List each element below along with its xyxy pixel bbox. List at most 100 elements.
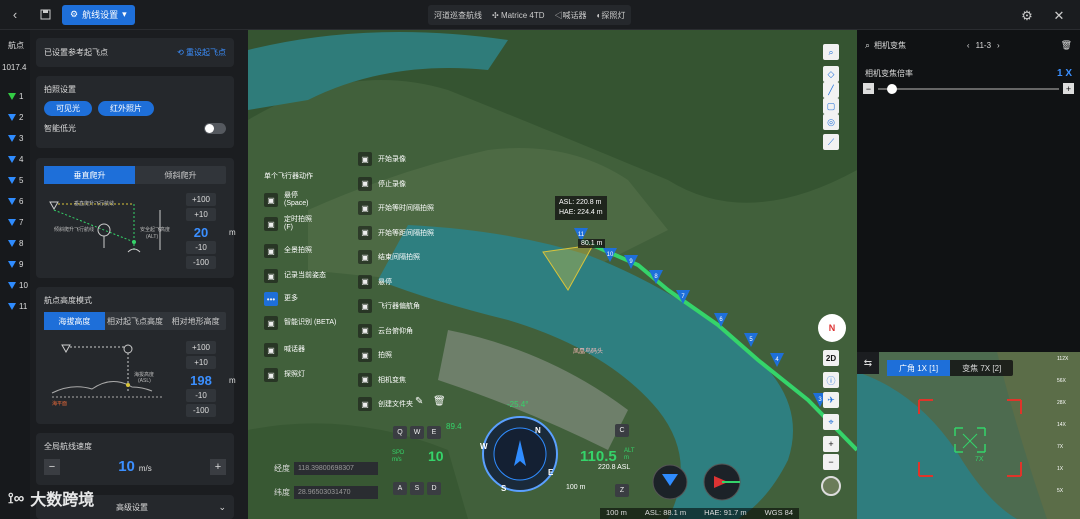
longitude-input[interactable]: 118.39800698307 bbox=[294, 462, 378, 475]
lowlight-toggle[interactable] bbox=[204, 123, 226, 134]
satellite-layer-button[interactable] bbox=[821, 476, 841, 496]
prev-action-icon[interactable]: ‹ bbox=[967, 41, 970, 50]
route-settings-button[interactable]: ⚙ 航线设置 ▾ bbox=[62, 4, 135, 25]
action-menu-item[interactable]: ▣ 开始等时间隔拍照 bbox=[358, 201, 434, 215]
key-s[interactable]: S bbox=[410, 482, 424, 495]
aircraft-locate-icon[interactable]: ✈ bbox=[823, 392, 839, 408]
waypoint-list-item[interactable]: 8 bbox=[0, 233, 30, 254]
next-action-icon[interactable]: › bbox=[997, 41, 1000, 50]
action-menu-item[interactable]: ▣ 喊话器 bbox=[264, 343, 305, 357]
speed-value[interactable]: 10 bbox=[118, 458, 135, 475]
latitude-input[interactable]: 28.96503031470 bbox=[294, 486, 378, 499]
layer-tool-icon[interactable]: ⟋ bbox=[823, 134, 839, 150]
climb-plus-100[interactable]: +100 bbox=[186, 193, 216, 206]
action-menu-item[interactable]: ▣ 定时拍照 (F) bbox=[264, 216, 312, 232]
map-view[interactable]: 11 10 9 8 7 6 5 4 3 ASL: 220.8 m HAE: 224.4 m 80… bbox=[248, 30, 857, 519]
reset-takeoff-link[interactable]: ⟲ 重设起飞点 bbox=[177, 47, 226, 58]
payload-speaker[interactable]: ◁喊话器 bbox=[555, 10, 587, 21]
action-menu-item[interactable]: ▣ 飞行器偏航角 bbox=[358, 299, 420, 313]
key-z[interactable]: Z bbox=[615, 484, 629, 497]
alt-plus-10[interactable]: +10 bbox=[186, 356, 216, 369]
climb-value[interactable]: 20 bbox=[194, 225, 208, 240]
search-icon[interactable]: ⌕ bbox=[823, 44, 839, 60]
compass-button[interactable]: N bbox=[818, 314, 846, 342]
action-menu-item[interactable]: ▣ 记录当前姿态 bbox=[264, 269, 326, 283]
info-icon[interactable]: ⓘ bbox=[823, 372, 839, 388]
alt-plus-100[interactable]: +100 bbox=[186, 341, 216, 354]
close-icon[interactable]: ✕ bbox=[1048, 5, 1070, 27]
action-menu-item[interactable]: ▣ 悬停 (Space) bbox=[264, 192, 309, 208]
alt-minus-10[interactable]: -10 bbox=[186, 389, 216, 402]
waypoint-list-item[interactable]: 7 bbox=[0, 212, 30, 233]
waypoint-list-item[interactable]: 1 bbox=[0, 86, 30, 107]
waypoint-list-item[interactable]: 6 bbox=[0, 191, 30, 212]
key-a[interactable]: A bbox=[393, 482, 407, 495]
camera-preview[interactable]: ⇆ 广角 1X [1] 变焦 7X [2] 7X 112X 56X 28X 14X 7X… bbox=[857, 352, 1080, 519]
zoom-slider[interactable] bbox=[878, 83, 1059, 94]
save-icon[interactable] bbox=[34, 4, 56, 26]
safe-alt-label: 安全起飞高度 bbox=[140, 227, 171, 233]
zoom-slider-thumb[interactable] bbox=[887, 83, 898, 94]
waypoint-list-item[interactable]: 4 bbox=[0, 149, 30, 170]
action-menu-item[interactable]: ▣ 开始等距间隔拍照 bbox=[358, 225, 434, 240]
action-menu-item[interactable]: ▣ 拍照 bbox=[358, 348, 392, 362]
action-menu-item[interactable]: ••• 更多 bbox=[264, 292, 298, 306]
action-menu-item[interactable]: ▣ 智能识别 (BETA) bbox=[264, 316, 336, 330]
drone-model[interactable]: ✣ Matrice 4TD bbox=[492, 11, 545, 20]
speed-minus-button[interactable]: − bbox=[44, 458, 60, 475]
circle-tool-icon[interactable]: ◎ bbox=[823, 114, 839, 130]
waypoint-tool-icon[interactable]: ◇ bbox=[823, 66, 839, 82]
zoom-in-icon[interactable]: + bbox=[823, 436, 839, 452]
waypoint-list-item[interactable]: 10 bbox=[0, 275, 30, 296]
status-datum: WGS 84 bbox=[764, 508, 794, 517]
action-menu-item[interactable]: ▣ 悬停 bbox=[358, 274, 392, 289]
tab-vertical-climb[interactable]: 垂直爬升 bbox=[44, 166, 135, 184]
action-menu-item[interactable]: ▣ 探照灯 bbox=[264, 368, 305, 382]
infrared-button[interactable]: 红外照片 bbox=[98, 101, 154, 116]
route-name[interactable]: 河道巡查航线 bbox=[434, 10, 482, 21]
waypoint-list-item[interactable]: 2 bbox=[0, 107, 30, 128]
view-2d-button[interactable]: 2D bbox=[823, 350, 839, 366]
action-menu-item[interactable]: ▣ 全景拍照 bbox=[264, 244, 312, 258]
waypoint-list-item[interactable]: 11 bbox=[0, 296, 30, 317]
delete-action-icon[interactable]: 🗑 bbox=[1061, 40, 1072, 51]
key-c[interactable]: C bbox=[615, 424, 629, 437]
action-menu-item[interactable]: ▣ 开始录像 bbox=[358, 152, 406, 166]
trash-icon[interactable]: 🗑 bbox=[433, 396, 446, 407]
visible-light-button[interactable]: 可见光 bbox=[44, 101, 92, 116]
compass-w: W bbox=[480, 442, 488, 451]
polygon-tool-icon[interactable]: ▢ bbox=[823, 98, 839, 114]
location-icon[interactable]: ⌖ bbox=[823, 414, 839, 430]
key-e[interactable]: E bbox=[427, 426, 441, 439]
climb-plus-10[interactable]: +10 bbox=[186, 208, 216, 221]
tab-relative-takeoff[interactable]: 相对起飞点高度 bbox=[105, 312, 166, 330]
action-menu-item[interactable]: ▣ 结束间隔拍照 bbox=[358, 250, 420, 264]
line-tool-icon[interactable]: ╱ bbox=[823, 82, 839, 98]
action-menu-item[interactable]: ▣ 相机变焦 bbox=[358, 372, 406, 387]
payload-light[interactable]: ◐探照灯 bbox=[597, 10, 626, 21]
zoom-out-icon[interactable]: − bbox=[823, 454, 839, 470]
climb-minus-10[interactable]: -10 bbox=[186, 241, 216, 254]
waypoint-list-item[interactable]: 5 bbox=[0, 170, 30, 191]
action-menu-item[interactable]: ▣ 创建文件夹 bbox=[358, 397, 413, 411]
key-q[interactable]: Q bbox=[393, 426, 407, 439]
key-d[interactable]: D bbox=[427, 482, 441, 495]
tab-asl[interactable]: 海拔高度 bbox=[44, 312, 105, 330]
zoom-plus-button[interactable]: + bbox=[1063, 83, 1074, 94]
climb-minus-100[interactable]: -100 bbox=[186, 256, 216, 269]
key-w[interactable]: W bbox=[410, 426, 424, 439]
action-menu-item[interactable]: ▣ 云台俯仰角 bbox=[358, 323, 413, 338]
speed-plus-button[interactable]: + bbox=[209, 458, 226, 475]
chevron-down-icon: ▾ bbox=[122, 9, 127, 19]
tab-incline-climb[interactable]: 倾斜爬升 bbox=[135, 166, 226, 184]
tab-relative-terrain[interactable]: 相对地形高度 bbox=[165, 312, 226, 330]
zoom-minus-button[interactable]: − bbox=[863, 83, 874, 94]
back-icon[interactable]: ‹ bbox=[4, 4, 26, 26]
edit-icon[interactable]: ✎ bbox=[415, 396, 423, 407]
waypoint-list-item[interactable]: 9 bbox=[0, 254, 30, 275]
alt-minus-100[interactable]: -100 bbox=[186, 404, 216, 417]
alt-value[interactable]: 198 bbox=[190, 373, 212, 388]
gear-icon[interactable]: ⚙ bbox=[1016, 5, 1038, 27]
action-menu-item[interactable]: ▣ 停止录像 bbox=[358, 176, 406, 191]
waypoint-list-item[interactable]: 3 bbox=[0, 128, 30, 149]
